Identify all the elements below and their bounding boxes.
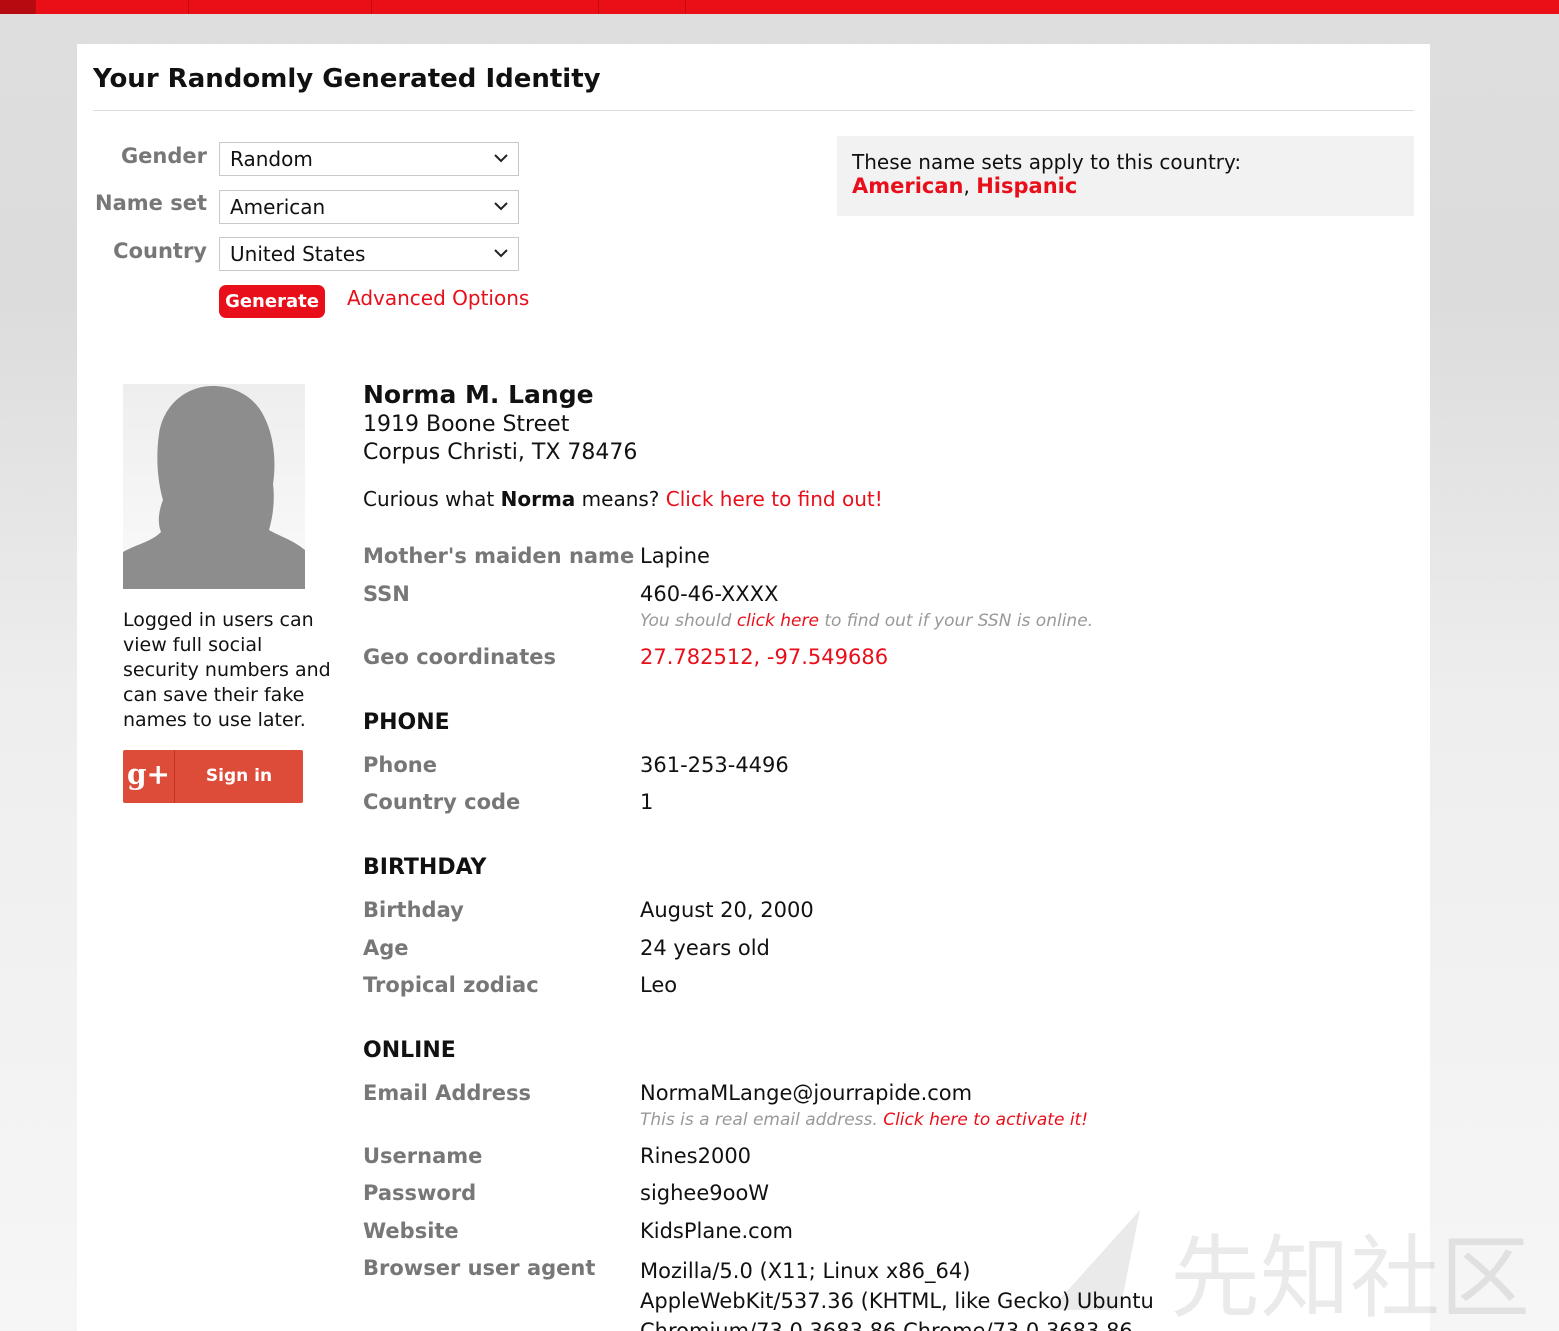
phone-value: 361-253-4496 [640,753,789,777]
email-note: This is a real email address. Click here… [640,1110,1088,1130]
name-meaning-link[interactable]: Click here to find out! [666,487,883,511]
birthday-label: Birthday [363,898,464,922]
page-title: Your Randomly Generated Identity [93,64,601,94]
top-nav-segment[interactable] [599,0,686,14]
age-label: Age [363,936,409,960]
address-line-2: Corpus Christi, TX 78476 [363,440,638,465]
avatar [123,384,305,589]
website-label: Website [363,1219,459,1243]
chevron-down-icon [494,249,508,258]
nameset-link-american[interactable]: American [852,174,964,198]
email-note-text: This is a real email address. [640,1110,878,1130]
address-line-1: 1919 Boone Street [363,412,570,437]
email-label: Email Address [363,1081,532,1105]
gender-select[interactable]: Random [219,142,519,176]
website-value: KidsPlane.com [640,1219,793,1243]
gender-label: Gender [120,144,207,168]
ssn-note: You should click here to find out if you… [640,611,1093,631]
advanced-options-link[interactable]: Advanced Options [347,286,529,310]
zodiac-label: Tropical zodiac [363,973,539,997]
country-code-label: Country code [363,790,521,814]
email-value: NormaMLange@jourrapide.com [640,1081,973,1105]
identity-panel: Your Randomly Generated Identity Gender … [77,44,1430,1331]
nameset-select[interactable]: American [219,190,519,224]
person-silhouette-icon [123,386,305,589]
nameset-info-box: These name sets apply to this country: A… [837,136,1414,216]
geo-coordinates-link[interactable]: 27.782512, -97.549686 [640,645,888,669]
name-meaning-prefix: Curious what [363,487,495,511]
title-divider [93,110,1414,111]
gender-select-value: Random [230,147,313,171]
country-select-value: United States [230,242,366,266]
maiden-name-label: Mother's maiden name [363,544,635,568]
ssn-value: 460-46-XXXX [640,582,779,606]
user-agent-label: Browser user agent [363,1256,596,1280]
top-nav-segment[interactable] [0,0,36,14]
first-name: Norma [500,487,576,511]
geo-label: Geo coordinates [363,645,557,669]
phone-label: Phone [363,753,437,777]
nameset-label: Name set [95,191,207,215]
ssn-label: SSN [363,582,410,606]
top-nav-segment[interactable] [36,0,189,14]
google-plus-signin-button[interactable]: g+ Sign in [123,750,303,803]
nameset-select-value: American [230,195,326,219]
country-code-value: 1 [640,790,654,814]
country-label: Country [113,239,207,263]
generate-button[interactable]: Generate [219,285,325,318]
chevron-down-icon [494,202,508,211]
name-meaning-line: Curious what Norma means? Click here to … [363,487,883,511]
birthday-heading: BIRTHDAY [363,855,487,880]
email-activate-link[interactable]: Click here to activate it! [883,1110,1088,1130]
nameset-info-text: These name sets apply to this country: [852,150,1242,174]
nameset-separator: , [963,174,977,198]
password-value: sighee9ooW [640,1181,770,1205]
maiden-name-value: Lapine [640,544,710,568]
country-select[interactable]: United States [219,237,519,271]
ssn-note-suffix: to find out if your SSN is online. [824,611,1094,631]
password-label: Password [363,1181,477,1205]
username-value: Rines2000 [640,1144,752,1168]
top-nav-segment[interactable] [372,0,599,14]
login-note: Logged in users can view full social sec… [123,609,331,731]
user-agent-value: Mozilla/5.0 (X11; Linux x86_64) AppleWeb… [640,1259,1154,1331]
signin-label: Sign in [205,766,273,786]
nameset-link-hispanic[interactable]: Hispanic [976,174,1077,198]
top-nav-bar [0,0,1559,14]
ssn-note-prefix: You should [640,611,732,631]
chevron-down-icon [494,154,508,163]
google-plus-icon: g+ [123,750,175,803]
top-nav-segment[interactable] [189,0,372,14]
online-heading: ONLINE [363,1038,456,1063]
identity-name: Norma M. Lange [363,380,594,409]
username-label: Username [363,1144,483,1168]
phone-heading: PHONE [363,710,450,735]
name-meaning-suffix: means? [581,487,660,511]
zodiac-value: Leo [640,973,678,997]
age-value: 24 years old [640,936,770,960]
birthday-value: August 20, 2000 [640,898,814,922]
ssn-check-link[interactable]: click here [737,611,819,631]
